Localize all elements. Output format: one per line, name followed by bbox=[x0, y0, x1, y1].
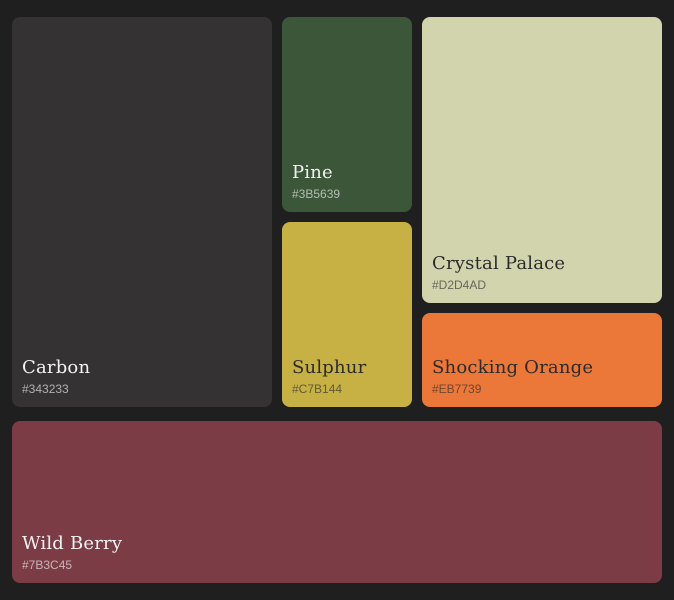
swatch-hex-code: #EB7739 bbox=[432, 382, 482, 396]
swatch-wild-berry[interactable]: Wild Berry #7B3C45 bbox=[12, 421, 662, 583]
swatch-name: Sulphur bbox=[292, 357, 367, 378]
swatch-pine[interactable]: Pine #3B5639 bbox=[282, 17, 412, 212]
swatch-hex-code: #C7B144 bbox=[292, 382, 343, 396]
swatch-hex-code: #7B3C45 bbox=[22, 558, 73, 572]
swatch-carbon[interactable]: Carbon #343233 bbox=[12, 17, 272, 407]
palette-canvas: Carbon #343233 Pine #3B5639 Sulphur #C7B… bbox=[0, 0, 674, 600]
swatch-name: Carbon bbox=[22, 357, 91, 378]
swatch-name: Wild Berry bbox=[22, 533, 123, 554]
swatch-hex-code: #3B5639 bbox=[292, 187, 341, 201]
swatch-sulphur[interactable]: Sulphur #C7B144 bbox=[282, 222, 412, 407]
swatch-hex-code: #343233 bbox=[22, 382, 69, 396]
swatch-name: Pine bbox=[292, 162, 333, 183]
swatch-shocking-orange[interactable]: Shocking Orange #EB7739 bbox=[422, 313, 662, 407]
swatch-hex-code: #D2D4AD bbox=[432, 278, 487, 292]
swatch-name: Shocking Orange bbox=[432, 357, 594, 378]
swatch-crystal-palace[interactable]: Crystal Palace #D2D4AD bbox=[422, 17, 662, 303]
swatch-name: Crystal Palace bbox=[432, 253, 566, 274]
